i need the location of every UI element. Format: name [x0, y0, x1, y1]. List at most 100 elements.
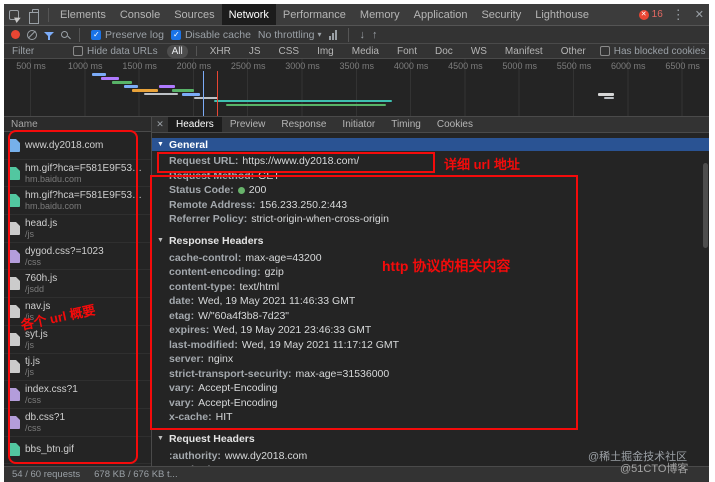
filter-pill-ws[interactable]: WS [466, 45, 492, 58]
close-icon[interactable]: ✕ [690, 4, 709, 25]
filter-pill-img[interactable]: Img [312, 45, 339, 58]
css-file-icon [9, 249, 20, 263]
section-header-response-headers[interactable]: ▼ Response Headers [152, 234, 709, 248]
throttling-dropdown[interactable]: No throttling ▾ [258, 29, 322, 41]
request-row[interactable]: head.js/js [4, 215, 151, 243]
inspect-element-icon[interactable] [4, 4, 24, 25]
request-row[interactable]: nav.js/js [4, 298, 151, 326]
filter-pill-font[interactable]: Font [392, 45, 422, 58]
request-row[interactable]: dygod.css?=1023/css [4, 243, 151, 271]
name-column-header[interactable]: Name [4, 117, 151, 132]
request-row[interactable]: hm.gif?hca=F581E9F5393C... hm.baidu.com [4, 160, 151, 188]
request-text: bbs_btn.gif [25, 444, 74, 455]
tab-sources[interactable]: Sources [167, 4, 221, 25]
request-row[interactable]: bbs_btn.gif [4, 437, 151, 465]
filter-pill-other[interactable]: Other [556, 45, 591, 58]
waterfall-bar [112, 81, 132, 84]
network-status-bar: 54 / 60 requests 678 KB / 676 KB t... [4, 466, 709, 482]
header-row: Status Code: 200 [152, 183, 709, 198]
tab-console[interactable]: Console [113, 4, 167, 25]
waterfall-bar [92, 73, 106, 76]
request-row[interactable]: db.css?1/css [4, 409, 151, 437]
request-name: index.css?1 [25, 384, 78, 396]
waterfall-bar [604, 97, 614, 99]
timeline-tick-label: 2500 ms [230, 61, 266, 71]
request-text: nav.js/js [25, 301, 50, 322]
filter-input[interactable] [12, 45, 64, 57]
detail-tab-response[interactable]: Response [273, 117, 334, 132]
divider [195, 46, 197, 56]
detail-tab-preview[interactable]: Preview [222, 117, 274, 132]
request-name: nav.js [25, 300, 51, 312]
disable-cache-checkbox[interactable]: Disable cache [170, 29, 251, 41]
request-text: db.css?1/css [25, 412, 65, 433]
hide-data-urls-checkbox[interactable]: Hide data URLs [73, 46, 158, 57]
header-key: :authority: [169, 449, 221, 462]
waterfall-bar [194, 97, 218, 99]
scrollbar-thumb[interactable] [703, 163, 708, 248]
request-row[interactable]: 760h.js/jsdd [4, 270, 151, 299]
tab-security[interactable]: Security [474, 4, 528, 25]
watermark-51cto: @51CTO博客 [620, 463, 689, 475]
network-conditions-icon[interactable] [328, 29, 337, 40]
filter-pill-all[interactable]: All [166, 44, 188, 58]
preserve-log-checkbox[interactable]: Preserve log [91, 29, 164, 41]
request-path: /jsdd [25, 284, 45, 295]
request-row[interactable]: index.css?1/css [4, 381, 151, 409]
device-toolbar-icon[interactable] [24, 4, 44, 25]
import-har-icon[interactable]: ↓ [360, 29, 366, 41]
tab-elements[interactable]: Elements [53, 4, 113, 25]
section-header-general[interactable]: ▼ General [152, 138, 709, 151]
export-har-icon[interactable]: ↑ [372, 29, 378, 41]
header-key: content-type: [169, 280, 236, 293]
tab-application[interactable]: Application [407, 4, 475, 25]
filter-pill-doc[interactable]: Doc [430, 45, 458, 58]
request-row[interactable]: www.dy2018.com [4, 132, 151, 160]
throttling-value: No throttling [257, 28, 315, 41]
header-value: gzip [264, 267, 284, 278]
js-file-icon [9, 304, 20, 318]
waterfall-bar [226, 104, 386, 106]
header-key: date: [169, 295, 195, 307]
detail-tab-initiator[interactable]: Initiator [334, 117, 383, 132]
close-detail-icon[interactable]: ✕ [152, 119, 168, 130]
request-row[interactable]: tj.js/js [4, 354, 151, 382]
request-text: hm.gif?hca=F581E9F5393C... hm.baidu.com [25, 163, 146, 184]
request-name: 760h.js [25, 273, 58, 285]
request-text: 760h.js/jsdd [25, 273, 57, 294]
filter-pill-manifest[interactable]: Manifest [500, 45, 548, 58]
record-icon[interactable] [11, 30, 20, 39]
header-key: Request URL: [169, 155, 239, 167]
request-name: head.js [25, 217, 58, 229]
request-row[interactable]: syt.js/js [4, 326, 151, 354]
error-count-badge[interactable]: ✕ 16 [635, 9, 667, 20]
kebab-menu-icon[interactable]: ⋮ [667, 4, 690, 25]
request-row[interactable]: hm.gif?hca=F581E9F5393C... hm.baidu.com [4, 187, 151, 216]
network-overview-timeline[interactable]: 500 ms 1000 ms 1500 ms 2000 ms 2500 ms 3000 m… [4, 59, 709, 117]
detail-tab-headers[interactable]: Headers [168, 117, 222, 132]
search-icon[interactable] [61, 31, 68, 38]
detail-tab-timing[interactable]: Timing [383, 117, 429, 132]
tab-lighthouse[interactable]: Lighthouse [528, 4, 596, 25]
filter-icon[interactable] [44, 32, 54, 40]
header-value: GET [258, 170, 280, 181]
tabbar-right: ✕ 16 ⋮ ✕ [635, 4, 709, 25]
clear-icon[interactable] [27, 29, 37, 40]
detail-tab-cookies[interactable]: Cookies [429, 117, 481, 132]
header-key: content-encoding: [169, 266, 261, 278]
request-text: www.dy2018.com [25, 140, 103, 151]
request-text: dygod.css?=1023/css [25, 246, 104, 267]
filter-pill-js[interactable]: JS [244, 45, 266, 58]
tab-performance[interactable]: Performance [276, 4, 353, 25]
tab-network[interactable]: Network [221, 4, 276, 25]
filter-pill-media[interactable]: Media [347, 45, 384, 58]
waterfall-bar [214, 100, 392, 102]
has-blocked-cookies-checkbox[interactable]: Has blocked cookies [599, 46, 705, 57]
header-row: etag: W/"60a4f3b8-7d23" [152, 309, 709, 324]
section-header-request-headers[interactable]: ▼ Request Headers [152, 432, 709, 446]
timeline-tick-label: 3000 ms [285, 61, 320, 71]
checkbox-icon [170, 29, 181, 40]
filter-pill-xhr[interactable]: XHR [205, 45, 236, 58]
tab-memory[interactable]: Memory [353, 4, 407, 25]
filter-pill-css[interactable]: CSS [274, 45, 305, 58]
